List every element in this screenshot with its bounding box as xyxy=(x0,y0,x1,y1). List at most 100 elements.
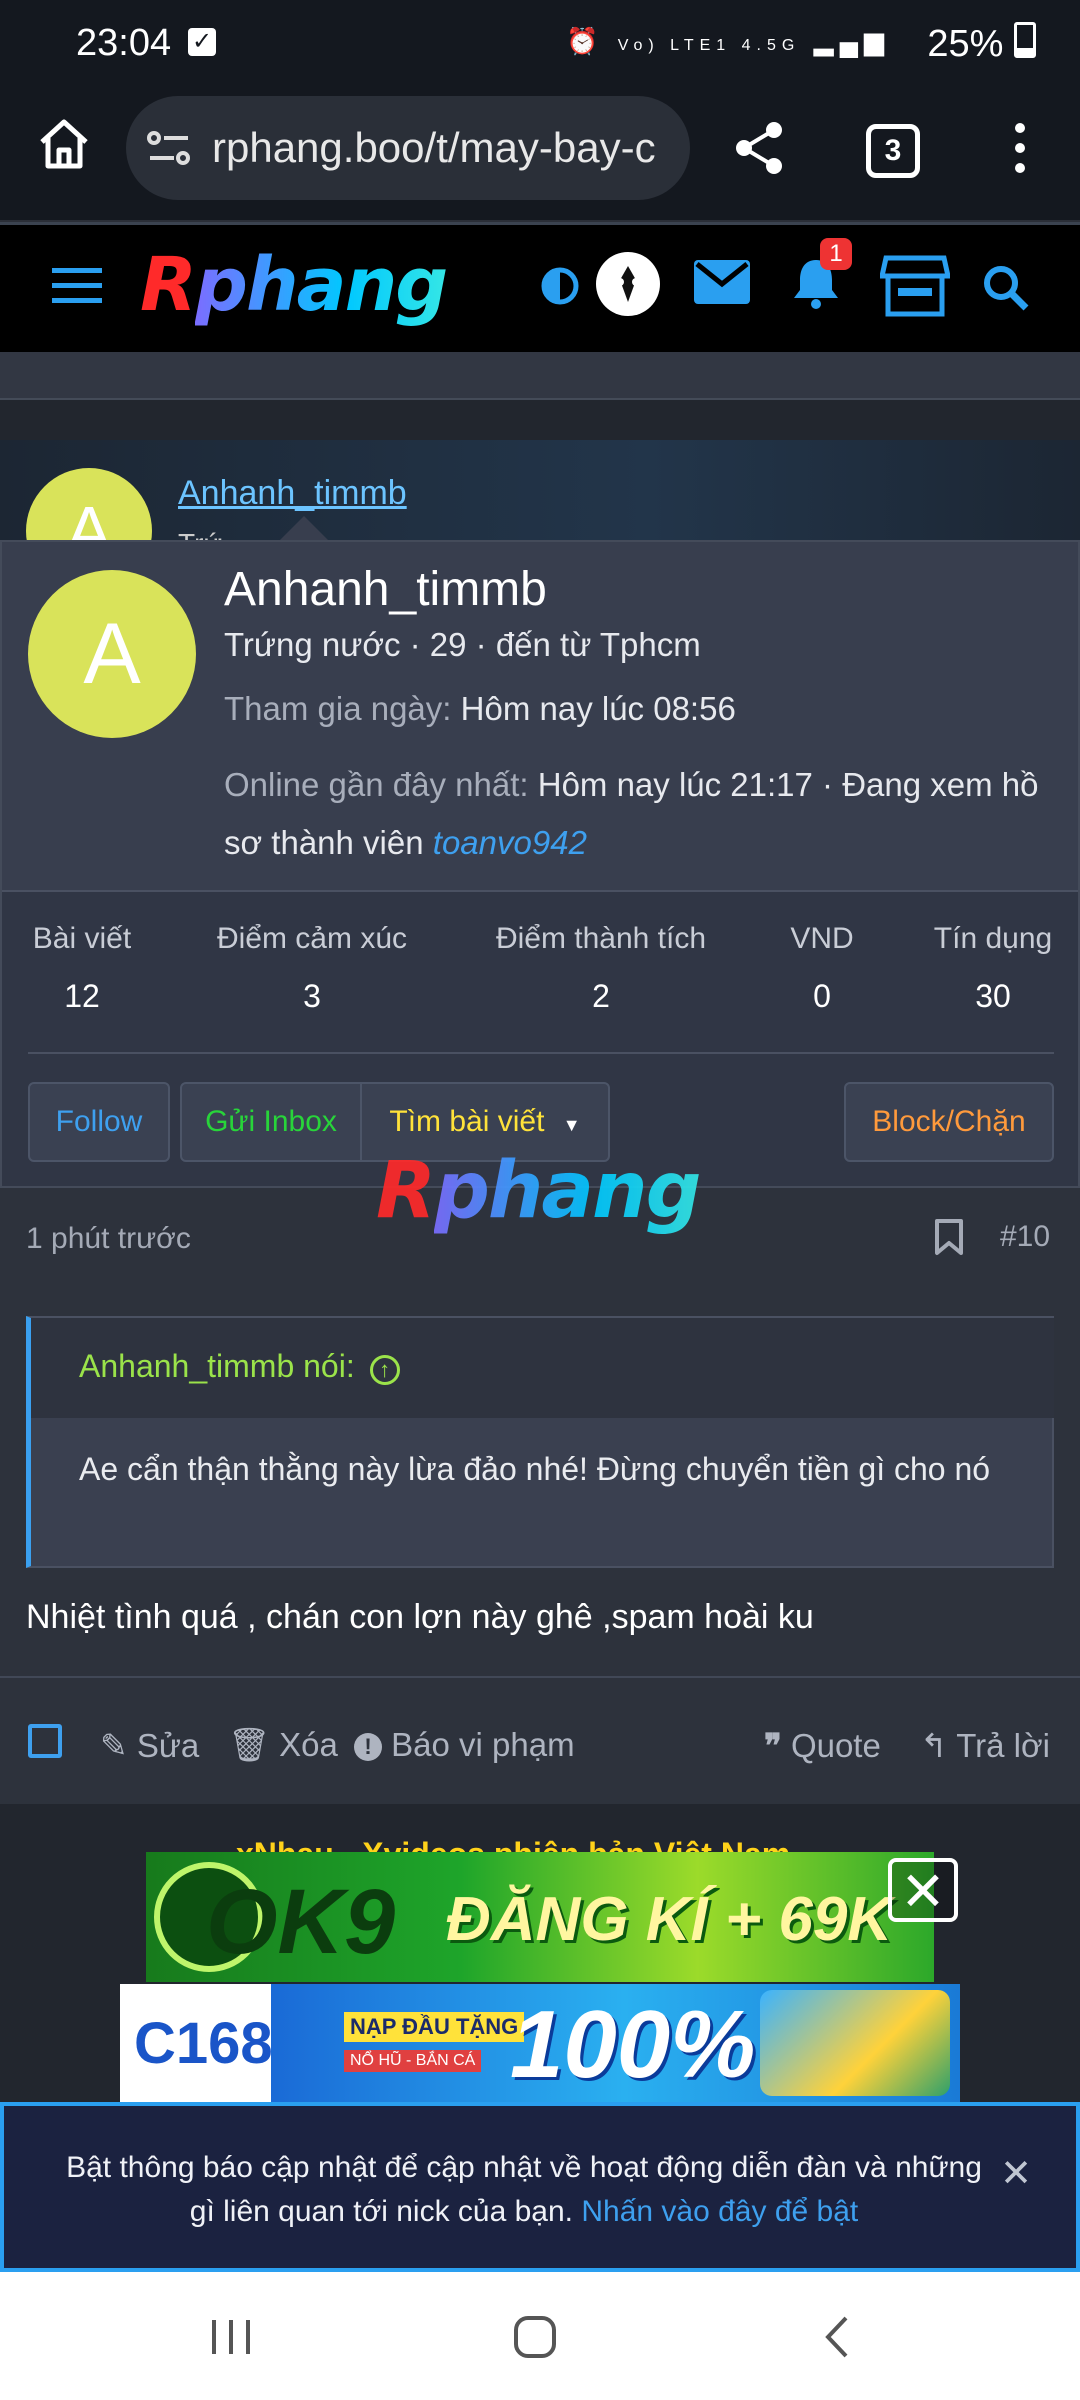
last-seen-value: Hôm nay lúc 21:17 · Đang xem hồ xyxy=(537,766,1039,803)
stat-vnd: VND 0 xyxy=(772,922,872,1015)
reply-button[interactable]: ↰ Trả lời xyxy=(920,1726,1050,1765)
browser-menu-button[interactable] xyxy=(1000,118,1040,178)
edit-button[interactable]: ✎ Sửa xyxy=(100,1726,199,1765)
c168-offer: 100% xyxy=(510,1991,756,2098)
block-button[interactable]: Block/Chặn xyxy=(844,1082,1054,1162)
report-button[interactable]: ! Báo vi phạm xyxy=(354,1726,575,1764)
member-tooltip: A Anhanh_timmb Trứng nước · 29 · đến từ … xyxy=(0,540,1080,1188)
ok9-offer: ĐĂNG KÍ + 69K xyxy=(446,1885,893,1954)
stat-posts[interactable]: Bài viết 12 xyxy=(24,922,140,1015)
quote-button[interactable]: ❞ Quote xyxy=(764,1726,881,1765)
edit-label: Sửa xyxy=(136,1727,200,1764)
quote-author[interactable]: Anhanh_timmb nói: ↑ xyxy=(79,1348,400,1385)
post-message: Nhiệt tình quá , chán con lợn này ghê ,s… xyxy=(26,1598,814,1636)
notification-badge: 1 xyxy=(820,238,852,270)
viewing-user-link[interactable]: toanvo942 xyxy=(433,824,587,861)
stat-value: 0 xyxy=(813,978,831,1014)
tab-switcher-button[interactable]: 3 xyxy=(866,124,920,178)
network-label: Vo) LTE1 4.5G xyxy=(617,37,801,54)
member-name[interactable]: Anhanh_timmb xyxy=(224,562,547,617)
watermark-rest: phang xyxy=(434,1146,701,1236)
stat-value: 2 xyxy=(592,978,610,1014)
post-author-name[interactable]: Anhanh_timmb xyxy=(178,474,407,513)
search-icon xyxy=(984,266,1029,311)
send-inbox-button[interactable]: Gửi Inbox xyxy=(180,1082,362,1162)
ad-banner-c168[interactable]: C168 NẠP ĐẦU TẶNG NỔ HŨ - BẮN CÁ 100% xyxy=(120,1984,960,2102)
stat-reactions: Điểm cảm xúc 3 xyxy=(202,922,422,1015)
alert-circle-icon: ! xyxy=(354,1733,382,1761)
post-separator xyxy=(0,400,1080,440)
ad-close-button[interactable]: ✕ xyxy=(888,1858,958,1922)
more-vert-icon xyxy=(1015,123,1025,173)
bookmark-button[interactable] xyxy=(934,1218,966,1258)
battery-percent: 25% xyxy=(927,23,1004,65)
address-bar[interactable]: rphang.boo/t/may-bay-c xyxy=(126,96,690,200)
ad-banner-ok9[interactable]: OK9 ĐĂNG KÍ + 69K xyxy=(146,1852,934,1982)
logo-r: R xyxy=(140,242,197,328)
follow-button[interactable]: Follow xyxy=(28,1082,170,1162)
quote-block: Anhanh_timmb nói: ↑ Ae cẩn thận thằng nà… xyxy=(26,1316,1054,1568)
home-button[interactable] xyxy=(34,114,94,174)
last-seen-line2: sơ thành viên xyxy=(224,824,424,861)
battery-indicator: 25% xyxy=(927,22,1036,66)
back-button[interactable] xyxy=(814,2312,864,2362)
system-navigation-bar xyxy=(0,2272,1080,2400)
stat-value: 12 xyxy=(64,978,100,1014)
status-icons: ⏰ Vo) LTE1 4.5G ▂▄▆ xyxy=(566,26,890,57)
caret-down-icon: ▼ xyxy=(562,1115,581,1135)
avatar-icon xyxy=(616,266,640,302)
post-actions: ✎ Sửa 🗑 Xóa ! Báo vi phạm ❞ Quote ↰ Trả … xyxy=(0,1676,1080,1806)
reply-icon: ↰ xyxy=(920,1727,948,1764)
delete-button[interactable]: 🗑 Xóa xyxy=(228,1726,338,1765)
stat-trophy-points[interactable]: Điểm thành tích 2 xyxy=(486,922,716,1015)
shop-button[interactable] xyxy=(878,254,952,318)
member-avatar[interactable]: A xyxy=(28,570,196,738)
select-post-checkbox[interactable] xyxy=(28,1724,62,1758)
search-button[interactable] xyxy=(980,262,1032,314)
c168-brand: C168 xyxy=(134,2011,273,2076)
user-avatar[interactable] xyxy=(596,252,660,316)
hamburger-icon xyxy=(52,268,102,303)
recent-apps-button[interactable] xyxy=(206,2312,256,2362)
c168-promo-2: NỔ HŨ - BẮN CÁ xyxy=(344,2050,482,2072)
quote-author-label: Anhanh_timmb nói: xyxy=(79,1348,355,1384)
share-icon xyxy=(736,122,782,174)
status-time: 23:04 xyxy=(76,22,172,64)
trash-icon: 🗑 xyxy=(228,1726,270,1763)
last-seen-label: Online gần đây nhất: xyxy=(224,766,529,803)
bookmark-icon xyxy=(935,1219,963,1255)
stat-label: Điểm thành tích xyxy=(495,922,707,955)
c168-promo-1: NẠP ĐẦU TẶNG xyxy=(344,2012,525,2042)
share-button[interactable] xyxy=(730,118,790,178)
home-nav-button[interactable] xyxy=(510,2312,560,2362)
check-notification-icon: ✓ xyxy=(188,28,216,56)
post-time[interactable]: 1 phút trước xyxy=(26,1222,191,1256)
recents-icon xyxy=(212,2320,250,2354)
stat-label: VND xyxy=(790,922,854,955)
signal-icon: ▂▄▆ xyxy=(813,26,890,56)
quote-text: Ae cẩn thận thằng này lừa đảo nhé! Đừng … xyxy=(79,1451,991,1487)
alerts-button[interactable]: 1 xyxy=(788,238,852,314)
site-settings-icon[interactable] xyxy=(146,128,192,168)
stat-credits: Tín dụng 30 xyxy=(918,922,1068,1015)
delete-label: Xóa xyxy=(279,1726,338,1763)
site-logo[interactable]: Rphang xyxy=(140,242,448,328)
notice-close-button[interactable]: ✕ xyxy=(996,2154,1036,2194)
joined-label: Tham gia ngày: xyxy=(224,690,452,727)
menu-button[interactable] xyxy=(52,266,104,306)
post-number[interactable]: #10 xyxy=(1000,1220,1050,1254)
notice-enable-link[interactable]: Nhấn vào đây để bật xyxy=(581,2195,858,2228)
popup-arrow xyxy=(278,516,330,542)
close-icon: ✕ xyxy=(900,1862,946,1922)
watermark-logo: Rphang xyxy=(376,1146,701,1236)
c168-mascot xyxy=(760,1990,950,2096)
ok9-brand: OK9 xyxy=(206,1871,396,1973)
member-joined: Tham gia ngày: Hôm nay lúc 08:56 xyxy=(224,690,736,728)
pencil-icon: ✎ xyxy=(100,1727,128,1764)
notice-text: Bật thông báo cập nhật để cập nhật về ho… xyxy=(64,2146,984,2234)
inbox-button[interactable] xyxy=(694,260,750,304)
push-notification-notice: Bật thông báo cập nhật để cập nhật về ho… xyxy=(0,2102,1080,2272)
stats-divider xyxy=(28,1052,1054,1054)
quote-label: Quote xyxy=(790,1727,881,1764)
theme-toggle-button[interactable] xyxy=(540,266,580,306)
